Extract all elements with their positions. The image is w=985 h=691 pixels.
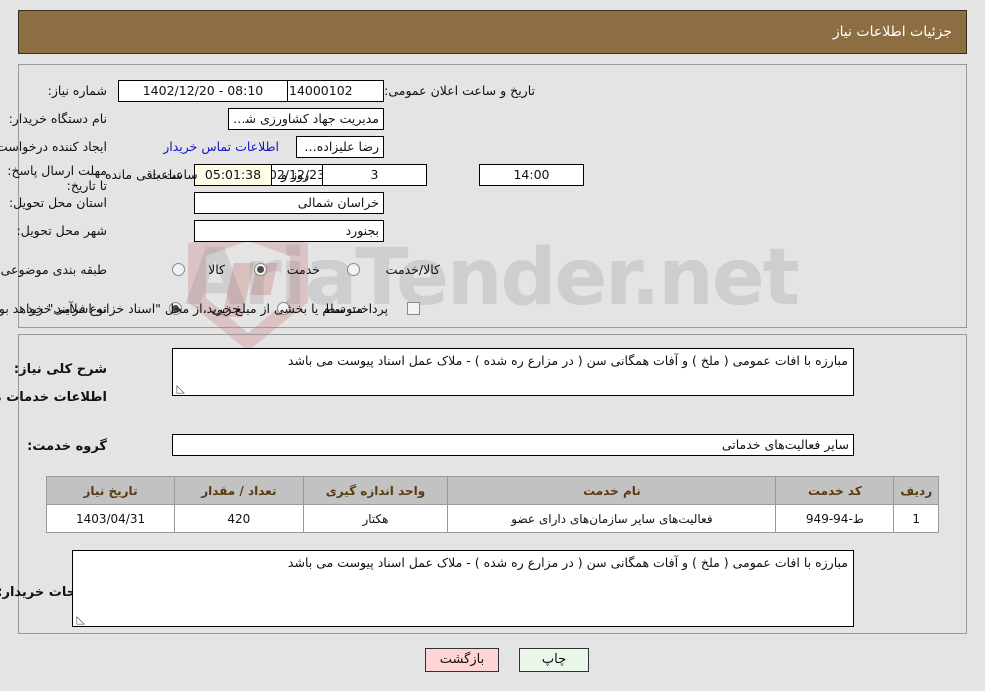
subject-category-label: طبقه بندی موضوعی: <box>0 262 107 277</box>
announce-datetime-value: 08:10 - 1402/12/20 <box>118 80 288 102</box>
radio-category-khedmat-label: خدمت <box>286 262 320 277</box>
buyer-notes-value: مبارزه با افات عمومی ( ملخ ) و آفات همگا… <box>287 555 848 570</box>
services-section-heading: اطلاعات خدمات مورد نیاز <box>0 390 107 405</box>
th-date: تاریخ نیاز <box>45 476 176 505</box>
buyer-org-value: مدیریت جهاد کشاورزی شهرستان بجنورد <box>228 108 384 130</box>
need-summary-value: مبارزه با افات عمومی ( ملخ ) و آفات همگا… <box>287 353 848 368</box>
cell-qty: 420 <box>174 504 304 533</box>
th-qty: تعداد / مقدار <box>174 476 304 505</box>
announce-datetime-label: تاریخ و ساعت اعلان عمومی: <box>384 83 535 98</box>
delivery-city-value: بجنورد <box>194 220 384 242</box>
radio-category-kala-label: کالا <box>208 262 225 277</box>
cell-unit: هکتار <box>302 504 449 533</box>
countdown-label: ساعت باقی مانده <box>105 167 198 182</box>
checkbox-islamic-treasury[interactable] <box>407 302 420 315</box>
response-deadline-label: مهلت ارسال پاسخ: تا تاریخ: <box>7 163 107 193</box>
request-creator-value: رضا علیزاده کاربرداز مدیریت جهاد کشاورزی… <box>296 136 384 158</box>
buyer-contact-link[interactable]: اطلاعات تماس خریدار <box>163 139 279 155</box>
print-button[interactable]: چاپ <box>519 648 589 672</box>
th-name: نام خدمت <box>447 476 777 505</box>
page-root: AriaTender.net جزئیات اطلاعات نیاز شماره… <box>0 0 985 691</box>
radio-category-kala-khedmat[interactable] <box>347 263 360 276</box>
countdown-timer-value: 05:01:38 <box>194 164 272 186</box>
need-summary-textarea[interactable]: مبارزه با افات عمومی ( ملخ ) و آفات همگا… <box>172 348 854 396</box>
cell-code: ط-94-949 <box>775 504 895 533</box>
remaining-days-label: روز و <box>281 167 310 182</box>
need-summary-label: شرح کلی نیاز: <box>13 362 107 377</box>
cell-name: فعالیت‌های سایر سازمان‌های دارای عضو <box>447 504 777 533</box>
radio-category-kala-khedmat-label: کالا/خدمت <box>385 262 440 277</box>
islamic-treasury-text: پرداخت تمام یا بخشی از مبلغ خرید،از محل … <box>0 301 388 316</box>
page-header-bar: جزئیات اطلاعات نیاز <box>18 10 967 54</box>
th-unit: واحد اندازه گیری <box>302 476 449 505</box>
buyer-notes-textarea[interactable]: مبارزه با افات عمومی ( ملخ ) و آفات همگا… <box>72 550 854 627</box>
service-group-label: گروه خدمت: <box>27 439 107 454</box>
deadline-hour-value: 14:00 <box>479 164 584 186</box>
delivery-province-value: خراسان شمالی <box>194 192 384 214</box>
resize-grip-icon[interactable]: ◺ <box>175 383 185 394</box>
delivery-province-label: استان محل تحویل: <box>8 195 107 210</box>
need-number-label: شماره نیاز: <box>47 83 107 98</box>
cell-radif: 1 <box>893 504 939 533</box>
th-radif: ردیف <box>893 476 939 505</box>
remaining-days-value: 3 <box>322 164 427 186</box>
services-table: ردیف کد خدمت نام خدمت واحد اندازه گیری ت… <box>45 476 939 533</box>
radio-category-khedmat[interactable] <box>254 263 267 276</box>
page-title: جزئیات اطلاعات نیاز <box>832 24 952 40</box>
request-creator-label: ایجاد کننده درخواست: <box>0 139 107 154</box>
radio-category-kala[interactable] <box>172 263 185 276</box>
service-group-value: سایر فعالیت‌های خدماتی <box>172 434 854 456</box>
resize-grip-icon-notes[interactable]: ◺ <box>75 614 85 625</box>
th-code: کد خدمت <box>775 476 895 505</box>
delivery-city-label: شهر محل تحویل: <box>16 223 107 238</box>
buyer-org-label: نام دستگاه خریدار: <box>8 111 107 126</box>
back-button[interactable]: بازگشت <box>425 648 499 672</box>
need-info-panel <box>18 64 967 328</box>
cell-date: 1403/04/31 <box>45 504 176 533</box>
table-header-row: ردیف کد خدمت نام خدمت واحد اندازه گیری ت… <box>45 476 939 505</box>
table-row: 1 ط-94-949 فعالیت‌های سایر سازمان‌های دا… <box>45 504 939 533</box>
